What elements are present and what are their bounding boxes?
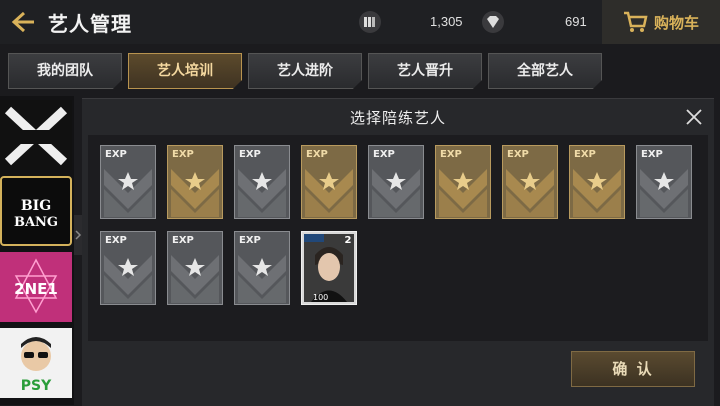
exp-label: EXP bbox=[641, 149, 663, 160]
artist-card[interactable]: 2 100 bbox=[301, 231, 357, 305]
exp-card-silver[interactable]: EXP bbox=[368, 145, 424, 219]
exp-label: EXP bbox=[105, 235, 127, 246]
bigbang-label-big: BIG bbox=[21, 198, 51, 214]
select-sparring-artist-dialog: 选择陪练艺人 EXP EXP EXP EXP EXP EXP EXP EXP EXP EXP EXP… bbox=[82, 98, 714, 406]
exp-label: EXP bbox=[507, 149, 529, 160]
sidebar-handle-icon[interactable] bbox=[74, 215, 82, 255]
bigbang-label-bang: BANG bbox=[14, 215, 58, 230]
exp-card-gold[interactable]: EXP bbox=[569, 145, 625, 219]
tab-bar: 我的团队 艺人培训 艺人进阶 艺人晋升 全部艺人 bbox=[0, 44, 720, 96]
close-icon[interactable] bbox=[684, 107, 704, 127]
cart-label: 购物车 bbox=[654, 14, 700, 32]
tab-all-artists[interactable]: 全部艺人 bbox=[488, 53, 602, 89]
tab-promotion[interactable]: 艺人晋升 bbox=[368, 53, 482, 89]
exp-label: EXP bbox=[105, 149, 127, 160]
back-arrow-icon[interactable] bbox=[8, 9, 36, 35]
exp-label: EXP bbox=[239, 235, 261, 246]
exp-card-silver[interactable]: EXP bbox=[100, 145, 156, 219]
agency-sidebar: BIG BANG 2NE1 PSY bbox=[0, 96, 74, 405]
exp-label: EXP bbox=[574, 149, 596, 160]
bigbang-logo-icon[interactable]: BIG BANG bbox=[0, 176, 72, 246]
exp-card-silver[interactable]: EXP bbox=[234, 231, 290, 305]
artist-power: 100 bbox=[313, 293, 328, 302]
artist-level: 2 bbox=[345, 235, 352, 246]
diamond-icon bbox=[482, 11, 504, 33]
psy-label: PSY bbox=[21, 378, 52, 394]
exp-label: EXP bbox=[373, 149, 395, 160]
exp-card-silver[interactable]: EXP bbox=[234, 145, 290, 219]
page-title: 艺人管理 bbox=[48, 12, 132, 36]
currency1-value: 1,305 bbox=[430, 14, 463, 29]
exp-label: EXP bbox=[172, 149, 194, 160]
tab-advance[interactable]: 艺人进阶 bbox=[248, 53, 362, 89]
exp-card-gold[interactable]: EXP bbox=[502, 145, 558, 219]
exp-card-silver[interactable]: EXP bbox=[636, 145, 692, 219]
currency2-value: 691 bbox=[565, 14, 587, 29]
exp-card-gold[interactable]: EXP bbox=[167, 145, 223, 219]
top-bar: 艺人管理 1,305 691 购物车 bbox=[0, 0, 720, 44]
exp-card-gold[interactable]: EXP bbox=[435, 145, 491, 219]
tab-my-team[interactable]: 我的团队 bbox=[8, 53, 122, 89]
exp-label: EXP bbox=[172, 235, 194, 246]
tab-training[interactable]: 艺人培训 bbox=[128, 53, 242, 89]
2ne1-label: 2NE1 bbox=[14, 280, 58, 298]
exp-label: EXP bbox=[440, 149, 462, 160]
exp-card-gold[interactable]: EXP bbox=[301, 145, 357, 219]
dialog-title: 选择陪练艺人 bbox=[349, 109, 446, 127]
2ne1-logo-icon[interactable]: 2NE1 bbox=[0, 252, 72, 322]
exp-card-silver[interactable]: EXP bbox=[100, 231, 156, 305]
exp-card-silver[interactable]: EXP bbox=[167, 231, 223, 305]
cart-icon bbox=[624, 11, 648, 32]
confirm-button[interactable]: 确 认 bbox=[571, 351, 695, 387]
yg-logo-icon[interactable] bbox=[0, 100, 72, 170]
exp-label: EXP bbox=[306, 149, 328, 160]
card-grid: EXP EXP EXP EXP EXP EXP EXP EXP EXP EXP EXP EXP 2 100 bbox=[88, 135, 708, 341]
album-stack-icon bbox=[359, 11, 381, 33]
psy-logo-icon[interactable]: PSY bbox=[0, 328, 72, 398]
cart-button[interactable]: 购物车 bbox=[602, 0, 720, 44]
exp-label: EXP bbox=[239, 149, 261, 160]
